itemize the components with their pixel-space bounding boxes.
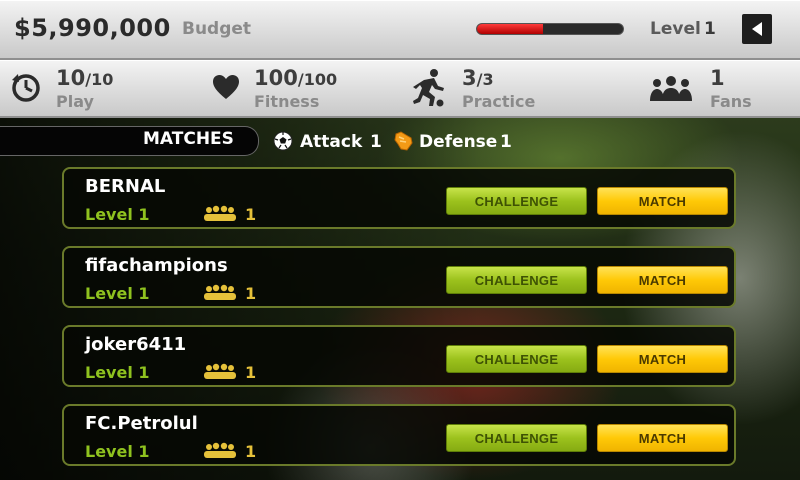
stat-play: 10/10 Play <box>0 60 200 116</box>
stat-fans-label: Fans <box>710 92 752 111</box>
fans-icon <box>650 76 692 101</box>
opponent-fans: 1 <box>245 284 257 303</box>
opponent-card: FC.Petrolul Level 1 1 CHALLENGE MATCH <box>62 404 736 466</box>
opponent-name: BERNAL <box>85 176 166 197</box>
opponent-level: Level 1 <box>85 205 150 224</box>
opponent-card: joker6411 Level 1 1 CHALLENGE MATCH <box>62 325 736 387</box>
matches-tab-label: MATCHES <box>143 129 234 149</box>
challenge-button[interactable]: CHALLENGE <box>446 187 587 215</box>
fans-icon <box>204 205 236 221</box>
stat-fans-value: 1 <box>710 66 725 90</box>
fans-icon <box>204 284 236 300</box>
stat-play-label: Play <box>56 92 94 111</box>
goalkeeper-glove-icon <box>394 131 413 151</box>
opponent-fans: 1 <box>245 205 257 224</box>
opponent-level: Level 1 <box>85 363 150 382</box>
level-progress-fill <box>477 24 543 34</box>
opponent-fans: 1 <box>245 442 257 461</box>
opponent-card: fifachampions Level 1 1 CHALLENGE MATCH <box>62 246 736 308</box>
soccer-ball-icon <box>273 131 293 151</box>
defense-value: 1 <box>500 132 512 152</box>
fans-icon <box>204 442 236 458</box>
match-button[interactable]: MATCH <box>597 266 728 294</box>
back-arrow-icon <box>752 22 762 36</box>
stat-fitness-label: Fitness <box>254 92 320 111</box>
running-player-icon <box>413 69 444 107</box>
stat-fitness-value: 100/100 <box>254 66 338 90</box>
opponent-level: Level 1 <box>85 442 150 461</box>
challenge-button[interactable]: CHALLENGE <box>446 424 587 452</box>
attack-value: 1 <box>370 132 382 152</box>
budget-bar: $5,990,000 Budget Level 1 <box>0 0 800 60</box>
fans-icon <box>204 363 236 379</box>
opponent-name: fifachampions <box>85 255 228 276</box>
stats-bar: 10/10 Play 100/100 Fitness 3/3 Practice … <box>0 60 800 118</box>
opponent-name: FC.Petrolul <box>85 413 198 434</box>
level-value: 1 <box>704 19 716 39</box>
attack-label: Attack <box>300 132 363 152</box>
back-button[interactable] <box>742 14 772 44</box>
opponent-level: Level 1 <box>85 284 150 303</box>
opponent-fans: 1 <box>245 363 257 382</box>
budget-amount: $5,990,000 <box>14 14 171 42</box>
opponent-card: BERNAL Level 1 1 CHALLENGE MATCH <box>62 167 736 229</box>
stat-fitness: 100/100 Fitness <box>200 60 400 116</box>
stat-practice-label: Practice <box>462 92 536 111</box>
match-button[interactable]: MATCH <box>597 345 728 373</box>
opponent-name: joker6411 <box>85 334 187 355</box>
level-label: Level <box>650 19 701 39</box>
budget-label: Budget <box>182 19 252 39</box>
heart-icon <box>213 75 239 99</box>
challenge-button[interactable]: CHALLENGE <box>446 345 587 373</box>
stat-play-value: 10/10 <box>56 66 114 90</box>
defense-label: Defense <box>419 132 498 152</box>
clock-icon <box>12 74 40 102</box>
match-button[interactable]: MATCH <box>597 424 728 452</box>
stat-practice-value: 3/3 <box>462 66 494 90</box>
level-progress-bar <box>476 23 624 35</box>
challenge-button[interactable]: CHALLENGE <box>446 266 587 294</box>
stat-practice: 3/3 Practice <box>400 60 600 116</box>
stat-fans: 1 Fans <box>600 60 800 116</box>
match-button[interactable]: MATCH <box>597 187 728 215</box>
